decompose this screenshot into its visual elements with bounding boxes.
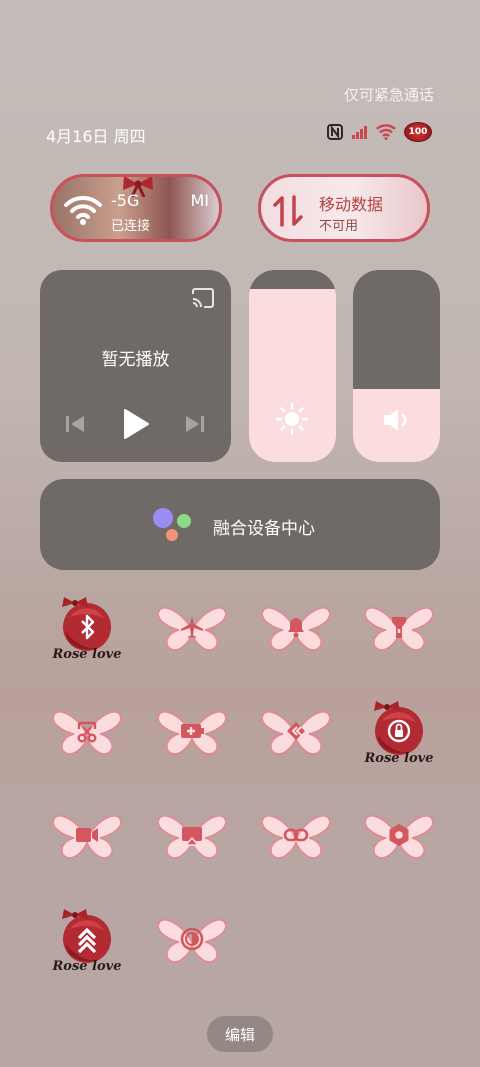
brightness-fill: [249, 289, 336, 462]
mobile-data-name: 移动数据: [319, 195, 384, 214]
media-player-card[interactable]: 暂无播放: [40, 270, 231, 462]
notifications-icon: [261, 607, 331, 651]
device-center-icon: [153, 508, 191, 541]
volume-icon: [384, 409, 407, 431]
volume-slider[interactable]: [353, 270, 440, 462]
settings-icon: [364, 815, 434, 859]
flashlight-icon: [364, 607, 434, 651]
cast-icon: [157, 815, 227, 859]
rose-caption: Rose love: [52, 647, 122, 662]
media-title: 暂无播放: [101, 350, 170, 370]
toggle-settings[interactable]: [362, 805, 436, 871]
toggle-upgrade[interactable]: Rose love: [50, 909, 124, 975]
screen-record-icon: [52, 815, 122, 859]
toggle-screen-record[interactable]: [50, 805, 124, 871]
brightness-icon: [275, 402, 309, 436]
link-icon: [261, 815, 331, 859]
rose-caption: Rose love: [364, 751, 434, 766]
battery-saver-icon: [157, 711, 227, 755]
play-icon[interactable]: [122, 408, 150, 440]
toggle-link[interactable]: [259, 805, 333, 871]
airplane-mode-icon: [157, 607, 227, 651]
device-center-card[interactable]: 融合设备中心: [40, 479, 440, 570]
toggle-flashlight[interactable]: [362, 597, 436, 663]
toggle-notifications[interactable]: [259, 597, 333, 663]
status-icons: 100: [326, 122, 432, 142]
mobile-data-status: 不可用: [319, 219, 359, 234]
toggle-auto-rotate[interactable]: Rose love: [362, 701, 436, 767]
mobile-data-tile[interactable]: 移动数据 不可用: [258, 174, 430, 242]
data-transfer-icon: [273, 195, 303, 227]
toggle-code[interactable]: [259, 701, 333, 767]
toggle-airplane-mode[interactable]: [155, 597, 229, 663]
rose-caption: Rose love: [52, 959, 122, 974]
toggle-dark-mode[interactable]: [155, 909, 229, 975]
brightness-slider[interactable]: [249, 270, 336, 462]
signal-icon: [352, 126, 367, 139]
dark-mode-icon: [157, 919, 227, 963]
date-text: 4月16日 周四: [46, 127, 146, 146]
toggle-battery-saver[interactable]: [155, 701, 229, 767]
wifi-icon: [64, 195, 102, 225]
emergency-calls-text: 仅可紧急通话: [343, 86, 434, 104]
wifi-status: 已连接: [111, 219, 151, 234]
screenshot-icon: [52, 711, 122, 755]
previous-icon[interactable]: [64, 413, 86, 435]
edit-button[interactable]: 编辑: [207, 1016, 273, 1052]
cast-icon[interactable]: [191, 288, 215, 308]
device-center-label: 融合设备中心: [213, 519, 315, 539]
toggle-bluetooth[interactable]: Rose love: [50, 597, 124, 663]
toggle-screenshot[interactable]: [50, 701, 124, 767]
wifi-name: -5G: [111, 191, 140, 210]
wifi-status-icon: [376, 124, 396, 140]
wifi-tile[interactable]: -5G 已连接 MI: [50, 174, 222, 242]
wifi-overlay-text: MI: [190, 191, 209, 210]
nfc-icon: [327, 124, 343, 140]
code-icon: [261, 711, 331, 755]
battery-icon: 100: [404, 122, 432, 142]
toggle-cast[interactable]: [155, 805, 229, 871]
next-icon[interactable]: [184, 413, 206, 435]
